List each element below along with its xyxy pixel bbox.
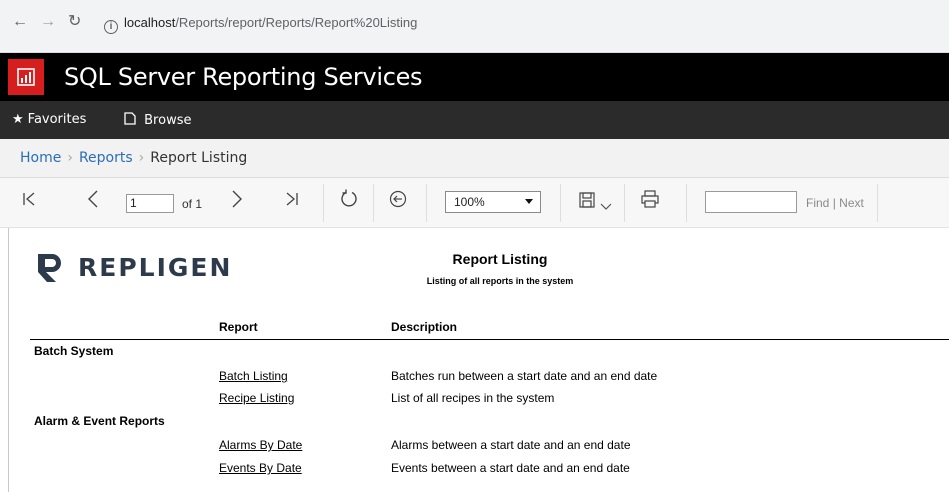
url-host: localhost [124,15,176,30]
previous-page-icon[interactable] [87,190,99,212]
first-page-icon[interactable] [22,191,36,211]
report-link[interactable]: Alarms By Date [219,438,302,452]
breadcrumb-separator-icon: › [138,150,145,166]
page-count-label: of 1 [182,197,203,211]
report-description: List of all recipes in the system [391,391,555,405]
breadcrumb: Home › Reports › Report Listing [0,139,949,178]
report-link[interactable]: Events By Date [219,461,302,475]
url-field[interactable]: i localhost/Reports/report/Reports/Report… [104,14,941,36]
find-input[interactable] [705,191,797,213]
category-label: Alarm & Event Reports [34,414,165,428]
back-to-parent-icon[interactable] [389,190,407,212]
back-arrow-icon[interactable]: ← [12,14,28,30]
report-body: REPLIGEN Report Listing Listing of all r… [0,228,949,492]
find-next-link[interactable]: Next [839,196,864,210]
page-number-input[interactable]: 1 [126,194,174,213]
toolbar-divider [624,184,625,222]
repligen-logo-icon [38,254,61,282]
chevron-down-icon[interactable] [600,196,612,215]
menu-browse[interactable]: Browse [124,112,191,128]
browser-address-bar: ← → ↻ i localhost/Reports/report/Reports/… [0,0,949,53]
refresh-icon[interactable] [339,189,359,213]
url-path: /Reports/report/Reports/Report%20Listing [175,15,418,30]
repligen-logo: REPLIGEN [34,250,230,284]
toolbar-divider [560,184,561,222]
report-description: Events between a start date and an end d… [391,461,630,475]
app-header: SQL Server Reporting Services [0,53,949,101]
reload-icon[interactable]: ↻ [68,14,81,30]
toolbar-divider [373,184,374,222]
report-link[interactable]: Batch Listing [219,369,288,383]
find-separator: | [832,196,836,210]
info-icon[interactable]: i [104,20,118,34]
menu-browse-label: Browse [144,113,192,128]
dropdown-caret-icon [525,199,533,204]
report-left-border [8,228,9,492]
breadcrumb-home[interactable]: Home [20,150,61,166]
category-label: Batch System [34,344,114,358]
last-page-icon[interactable] [285,191,299,211]
report-description: Alarms between a start date and an end d… [391,438,631,452]
breadcrumb-reports[interactable]: Reports [79,150,133,166]
find-links: Find | Next [806,196,864,210]
find-link[interactable]: Find [806,196,829,210]
breadcrumb-separator-icon: › [67,150,73,166]
zoom-select[interactable]: 100% [445,191,541,213]
report-link[interactable]: Recipe Listing [219,391,294,405]
top-menu: ★ Favorites Browse [0,101,949,139]
toolbar-divider [686,184,687,222]
column-header-description: Description [391,320,458,334]
report-title: Report Listing [452,251,548,267]
zoom-value: 100% [454,195,485,209]
report-description: Batches run between a start date and an … [391,369,658,383]
app-title: SQL Server Reporting Services [64,63,423,91]
report-subtitle: Listing of all reports in the system [426,276,574,286]
next-page-icon[interactable] [231,190,243,212]
toolbar-divider [426,184,427,222]
document-icon [124,112,140,128]
menu-favorites[interactable]: ★ Favorites [12,112,86,127]
column-header-report: Report [219,320,258,334]
logo-text: REPLIGEN [78,253,233,282]
breadcrumb-current: Report Listing [150,150,248,166]
print-icon[interactable] [641,190,659,212]
save-icon[interactable] [579,192,595,212]
star-icon: ★ [12,112,24,127]
header-divider [30,339,949,340]
toolbar-divider [323,184,324,222]
toolbar-divider [877,184,878,222]
menu-favorites-label: Favorites [27,112,87,127]
forward-arrow-icon[interactable]: → [40,14,56,30]
ssrs-logo-icon[interactable] [8,59,44,95]
